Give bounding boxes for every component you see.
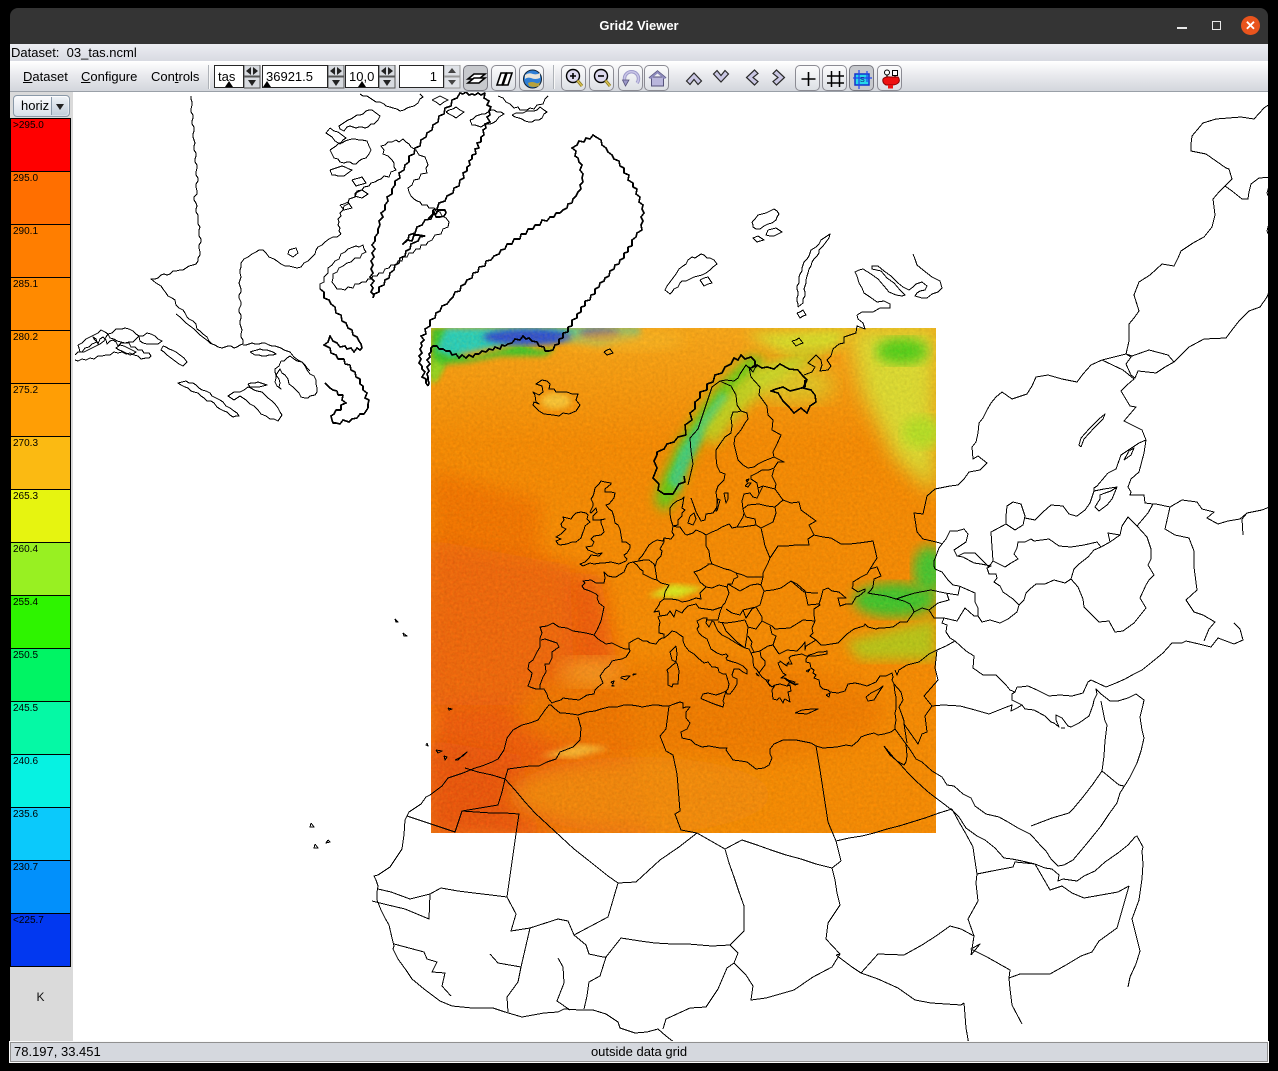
svg-text:S: S xyxy=(860,77,865,84)
